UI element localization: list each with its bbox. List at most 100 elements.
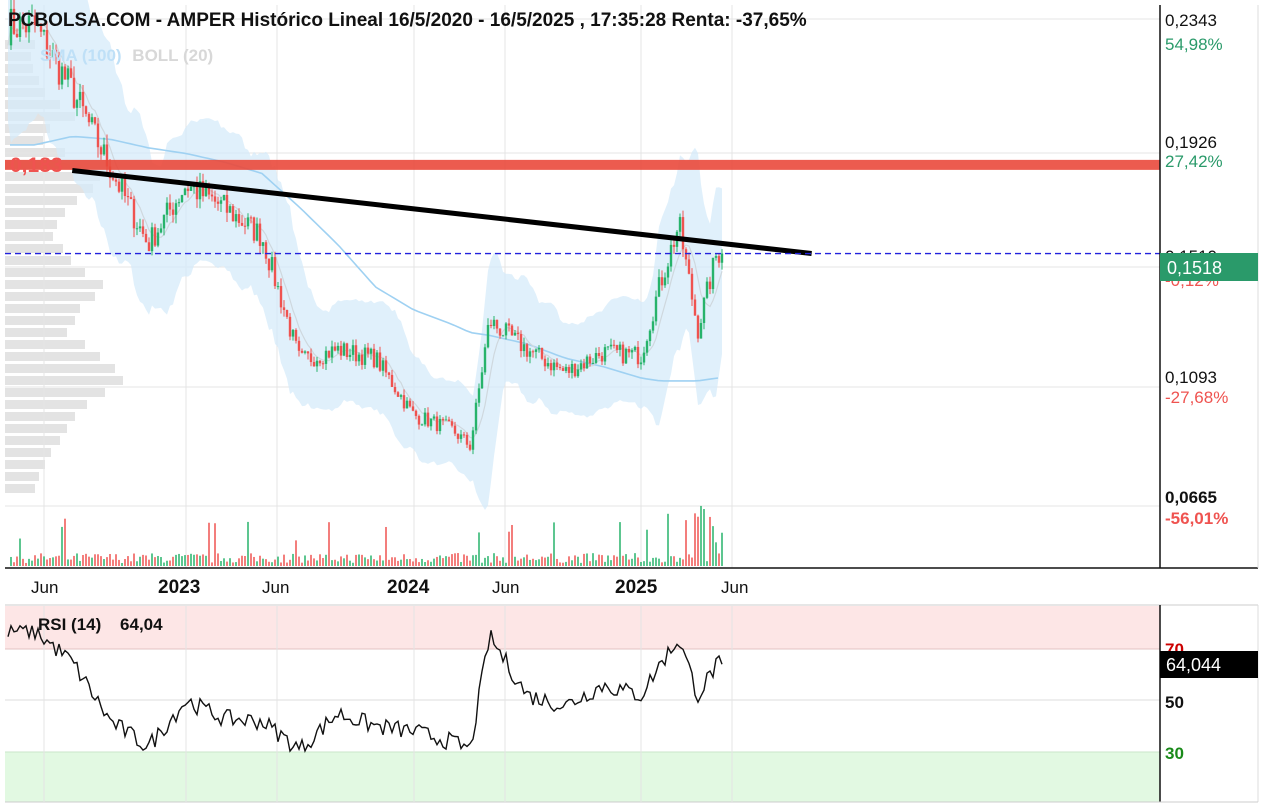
candle-body [543, 358, 547, 367]
volume-profile-bar [5, 340, 85, 349]
volume-bar [322, 558, 324, 566]
candle-body [240, 222, 244, 226]
volume-bar [574, 555, 576, 566]
candle-body [330, 346, 334, 358]
candle-body [696, 315, 700, 339]
candle-body [372, 348, 376, 368]
volume-bar [487, 556, 489, 566]
volume-bar [25, 562, 27, 566]
candle-body [627, 348, 631, 353]
candle-body [282, 307, 286, 310]
candle-body [195, 186, 199, 200]
volume-bar [649, 561, 651, 566]
volume-bar [343, 558, 345, 566]
volume-bar [136, 561, 138, 566]
candle-body [294, 329, 298, 341]
candle-body [93, 117, 97, 124]
candle-body [660, 277, 664, 286]
volume-bar [526, 554, 528, 566]
candle-body [573, 363, 577, 377]
volume-bar [244, 555, 246, 566]
volume-bar [634, 553, 636, 566]
candle-body [234, 214, 238, 222]
volume-bar [139, 556, 141, 566]
volume-bar [364, 557, 366, 566]
candle-body [414, 410, 418, 416]
candle-body [384, 360, 388, 373]
volume-bar [319, 554, 321, 566]
candle-body [114, 179, 118, 182]
volume-bar [145, 555, 147, 566]
volume-bar [175, 554, 177, 566]
candle-body [141, 226, 145, 234]
volume-bar [241, 555, 243, 566]
candle-body [570, 363, 574, 373]
volume-bar [400, 559, 402, 566]
volume-bar [676, 561, 678, 566]
volume-bar [43, 556, 45, 566]
x-tick-2023: 2023 [158, 577, 200, 598]
candle-body [246, 217, 250, 227]
volume-bar [193, 554, 195, 566]
volume-bar [490, 562, 492, 566]
candle-body [84, 106, 88, 114]
volume-bar [577, 556, 579, 566]
candle-body [438, 418, 442, 432]
volume-bar [151, 553, 153, 566]
candle-body [87, 113, 91, 123]
volume-bar [235, 562, 237, 566]
candle-body [285, 309, 289, 317]
volume-bar [46, 559, 48, 566]
volume-bar [418, 562, 420, 566]
candle-body [378, 352, 382, 371]
volume-bar [409, 559, 411, 566]
candle-body [645, 341, 649, 353]
volume-bar [346, 554, 348, 566]
volume-bar [112, 559, 114, 566]
volume-bar [328, 522, 330, 566]
candle-body [336, 345, 340, 351]
volume-bar [682, 559, 684, 566]
candle-body [717, 256, 721, 263]
candle-body [663, 277, 667, 286]
candle-body [258, 223, 262, 246]
volume-bar [607, 555, 609, 566]
volume-bar [295, 540, 297, 566]
volume-bar [214, 523, 216, 566]
candle-body [189, 186, 193, 191]
volume-bar [16, 556, 18, 566]
volume-profile-bar [5, 256, 71, 265]
candle-body [345, 343, 349, 357]
volume-bar [583, 553, 585, 566]
volume-bar [556, 558, 558, 566]
volume-bar [256, 561, 258, 566]
candle-body [399, 395, 403, 397]
volume-bar [298, 556, 300, 566]
x-tick-jun-2025: Jun [721, 578, 748, 597]
volume-profile-bar [5, 364, 115, 373]
candle-body [609, 344, 613, 347]
volume-bar [262, 558, 264, 566]
candle-body [462, 434, 466, 436]
volume-profile-bar [5, 244, 63, 253]
volume-bar [394, 557, 396, 566]
candle-body [426, 412, 430, 427]
volume-bar [496, 556, 498, 566]
volume-bar [499, 560, 501, 566]
volume-bar [187, 554, 189, 566]
candle-body [720, 253, 724, 263]
volume-bar [334, 559, 336, 566]
volume-bar [163, 562, 165, 566]
volume-bar [691, 557, 693, 566]
candle-body [63, 66, 67, 80]
volume-bar [658, 558, 660, 566]
candle-body [351, 345, 355, 355]
candle-body [498, 328, 502, 336]
volume-bar [127, 556, 129, 566]
candle-body [267, 258, 271, 271]
rsi-badge-text: 64,044 [1166, 655, 1221, 675]
volume-bar [625, 554, 627, 566]
volume-bar [28, 558, 30, 566]
candle-body [225, 194, 229, 213]
candle-body [693, 299, 697, 316]
